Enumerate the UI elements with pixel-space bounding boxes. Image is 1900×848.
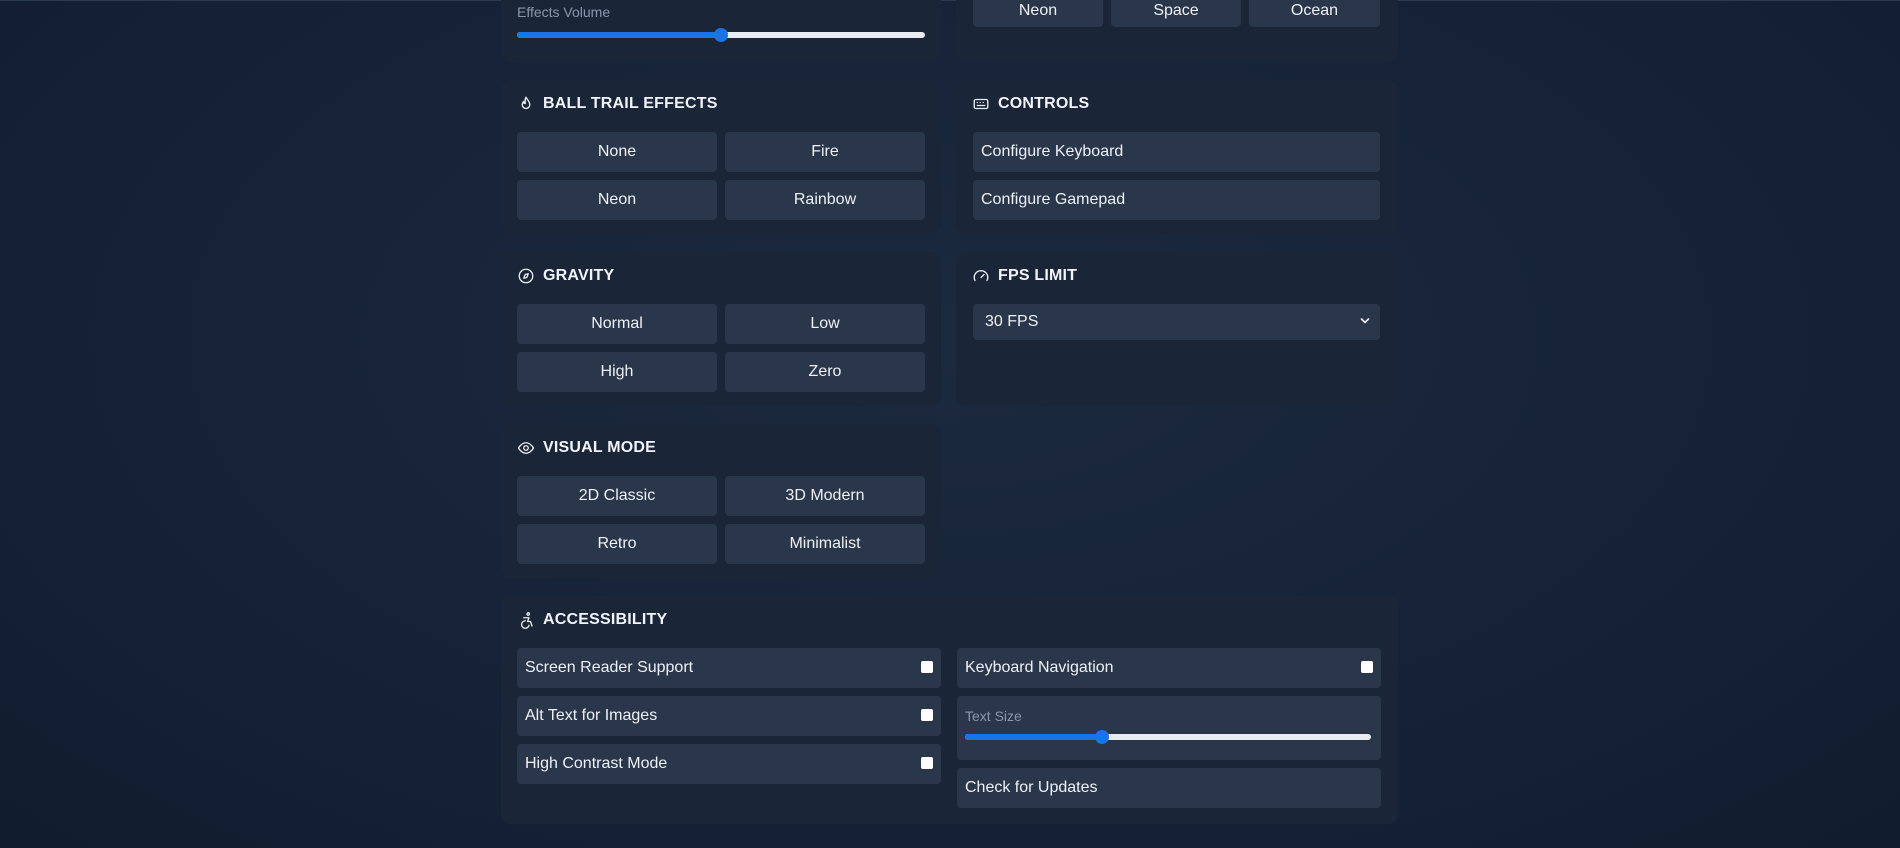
screen-reader-row[interactable]: Screen Reader Support [517, 648, 941, 688]
check-updates-button[interactable]: Check for Updates [957, 768, 1381, 808]
theme-button-ocean[interactable]: Ocean [1249, 0, 1380, 27]
high-contrast-checkbox[interactable] [921, 757, 933, 769]
chevron-down-icon [1360, 318, 1370, 324]
ball-trail-title: BALL TRAIL EFFECTS [543, 95, 718, 112]
screen-reader-checkbox[interactable] [921, 661, 933, 673]
text-size-slider[interactable]: Text Size [965, 708, 1371, 748]
theme-button-space[interactable]: Space [1111, 0, 1241, 27]
effects-volume-thumb[interactable] [714, 28, 728, 42]
keyboard-navigation-row[interactable]: Keyboard Navigation [957, 648, 1381, 688]
effects-volume-fill [517, 32, 721, 38]
alt-text-label: Alt Text for Images [525, 707, 658, 724]
ball-trail-panel: BALL TRAIL EFFECTS None Fire Neon Rainbo… [501, 80, 941, 234]
controls-panel: CONTROLS Configure Keyboard Configure Ga… [956, 80, 1398, 234]
text-size-row: Text Size [957, 696, 1381, 760]
keyboard-navigation-checkbox[interactable] [1361, 661, 1373, 673]
accessibility-icon [520, 612, 533, 629]
gravity-option-high[interactable]: High [517, 352, 717, 392]
gravity-option-low[interactable]: Low [725, 304, 925, 344]
gauge-icon [973, 270, 989, 282]
gravity-heading: GRAVITY [517, 267, 614, 285]
theme-button-neon[interactable]: Neon [973, 0, 1103, 27]
alt-text-checkbox[interactable] [921, 709, 933, 721]
fps-heading: FPS LIMIT [972, 267, 1077, 285]
text-size-thumb[interactable] [1095, 730, 1109, 744]
top-divider [0, 0, 1900, 1]
trail-option-neon[interactable]: Neon [517, 180, 717, 220]
screen-reader-label: Screen Reader Support [525, 659, 694, 676]
text-size-track[interactable] [965, 730, 1371, 744]
configure-keyboard-button[interactable]: Configure Keyboard [973, 132, 1380, 172]
visual-option-3d-modern[interactable]: 3D Modern [725, 476, 925, 516]
compass-icon [518, 268, 534, 284]
visual-option-retro[interactable]: Retro [517, 524, 717, 564]
gravity-option-normal[interactable]: Normal [517, 304, 717, 344]
effects-volume-label: Effects Volume [517, 4, 611, 20]
fps-select-value: 30 FPS [985, 313, 1039, 330]
effects-volume-track[interactable] [517, 28, 925, 42]
visual-option-minimalist[interactable]: Minimalist [725, 524, 925, 564]
text-size-fill [965, 734, 1102, 740]
trail-option-none[interactable]: None [517, 132, 717, 172]
gravity-title: GRAVITY [543, 267, 615, 284]
visual-mode-title: VISUAL MODE [543, 439, 657, 456]
controls-heading: CONTROLS [972, 95, 1089, 113]
accessibility-panel: ACCESSIBILITY Screen Reader Support Alt … [501, 596, 1398, 824]
text-size-label: Text Size [965, 708, 1022, 724]
configure-gamepad-button[interactable]: Configure Gamepad [973, 180, 1380, 220]
gravity-panel: GRAVITY Normal Low High Zero [501, 252, 941, 406]
visual-mode-heading: VISUAL MODE [517, 439, 656, 457]
themes-panel: Neon Space Ocean [956, 0, 1398, 62]
alt-text-row[interactable]: Alt Text for Images [517, 696, 941, 736]
gravity-option-zero[interactable]: Zero [725, 352, 925, 392]
fps-select[interactable]: 30 FPS [973, 304, 1380, 340]
eye-icon [517, 442, 535, 454]
keyboard-navigation-label: Keyboard Navigation [965, 659, 1114, 676]
effects-volume-slider[interactable]: Effects Volume [517, 4, 925, 42]
visual-mode-panel: VISUAL MODE 2D Classic 3D Modern Retro M… [501, 424, 941, 578]
keyboard-icon [973, 98, 989, 110]
visual-option-2d-classic[interactable]: 2D Classic [517, 476, 717, 516]
audio-panel: Effects Volume [501, 0, 941, 62]
fps-title: FPS LIMIT [998, 267, 1078, 284]
fps-panel: FPS LIMIT 30 FPS [956, 252, 1398, 406]
flame-icon [521, 96, 531, 110]
ball-trail-heading: BALL TRAIL EFFECTS [517, 95, 718, 113]
accessibility-heading: ACCESSIBILITY [517, 611, 667, 629]
high-contrast-row[interactable]: High Contrast Mode [517, 744, 941, 784]
controls-title: CONTROLS [998, 95, 1090, 112]
trail-option-fire[interactable]: Fire [725, 132, 925, 172]
high-contrast-label: High Contrast Mode [525, 755, 668, 772]
accessibility-title: ACCESSIBILITY [543, 611, 668, 628]
trail-option-rainbow[interactable]: Rainbow [725, 180, 925, 220]
